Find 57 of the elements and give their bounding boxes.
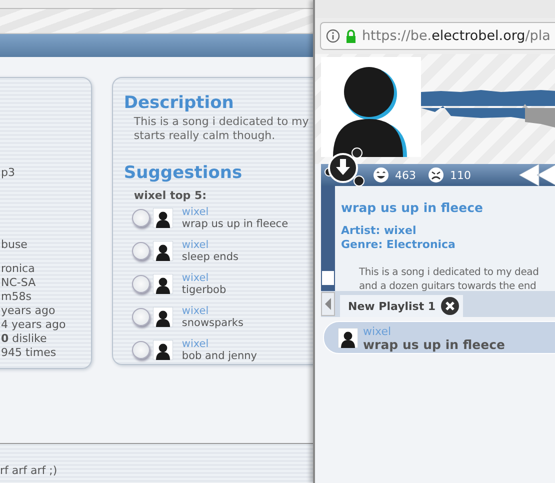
artist-avatar-icon — [321, 57, 421, 157]
section-heading: Suggestions — [124, 163, 244, 183]
artist-link[interactable]: wixel — [182, 338, 257, 350]
left-arrow-icon — [325, 298, 331, 310]
info-text: p3 — [1, 166, 16, 180]
artist-label: Artist: wixel — [341, 224, 418, 238]
info-text: NC-SA — [1, 276, 37, 290]
dislike-count: 110 — [450, 168, 471, 182]
footer-text: rf arf arf ;) — [0, 464, 58, 477]
lock-icon — [344, 29, 358, 43]
track-heading: wrap us up in fleece — [341, 200, 484, 215]
avatar-icon — [152, 240, 173, 260]
play-radio[interactable] — [132, 242, 150, 260]
angry-face-icon[interactable] — [428, 167, 444, 183]
section-heading: Description — [124, 93, 235, 113]
smile-icon[interactable] — [373, 167, 389, 183]
info-text: years ago — [1, 304, 56, 318]
description-text: starts really calm though. — [134, 129, 276, 143]
track-title: snowsparks — [182, 316, 244, 328]
play-radio[interactable] — [132, 208, 150, 226]
info-text: 4 years ago — [1, 318, 67, 332]
artist-link[interactable]: wixel — [182, 304, 244, 316]
track-title: sleep ends — [182, 250, 238, 262]
scrollbar[interactable] — [321, 186, 335, 291]
track-title: wrap us up in fleece — [182, 218, 288, 230]
info-text: buse — [1, 238, 28, 252]
info-icon[interactable] — [326, 29, 340, 43]
avatar-icon — [152, 340, 173, 360]
artist-link[interactable]: wixel — [182, 272, 226, 284]
track-description: and a dozen guitars towards the end — [359, 280, 538, 291]
avatar-icon — [338, 328, 358, 348]
like-count: 463 — [395, 168, 416, 182]
playlist-tab[interactable]: New Playlist 1 — [340, 295, 463, 317]
artist-link[interactable]: wixel — [182, 238, 238, 250]
avatar-icon — [152, 274, 173, 294]
genre-label: Genre: Electronica — [341, 238, 456, 252]
description-text: This is a song i dedicated to my — [134, 115, 310, 129]
track-title: bob and jenny — [182, 350, 257, 362]
address-field[interactable]: https://be.electrobel.org/pla — [320, 22, 555, 50]
info-text: ronica — [1, 262, 36, 276]
artist-link[interactable]: wixel — [182, 206, 288, 218]
info-text: 0 dislike — [1, 332, 48, 346]
close-icon[interactable] — [440, 297, 459, 315]
play-radio[interactable] — [132, 308, 150, 326]
play-radio[interactable] — [132, 340, 150, 358]
track-title: wrap us up in fleece — [363, 338, 505, 350]
scroll-left-button[interactable] — [321, 292, 335, 316]
info-text: 945 times — [1, 346, 58, 360]
suggestions-subheading: wixel top 5: — [134, 189, 208, 202]
info-text: m58s — [1, 290, 32, 304]
play-radio[interactable] — [132, 274, 150, 292]
playlist-item[interactable]: wixel wrap us up in fleece — [323, 321, 555, 354]
avatar-icon — [152, 208, 173, 228]
artist-link[interactable]: wixel — [363, 324, 505, 338]
track-description: This is a song i dedicated to my dead — [359, 266, 539, 280]
track-title: tigerbob — [182, 284, 226, 296]
avatar-icon — [152, 306, 173, 326]
